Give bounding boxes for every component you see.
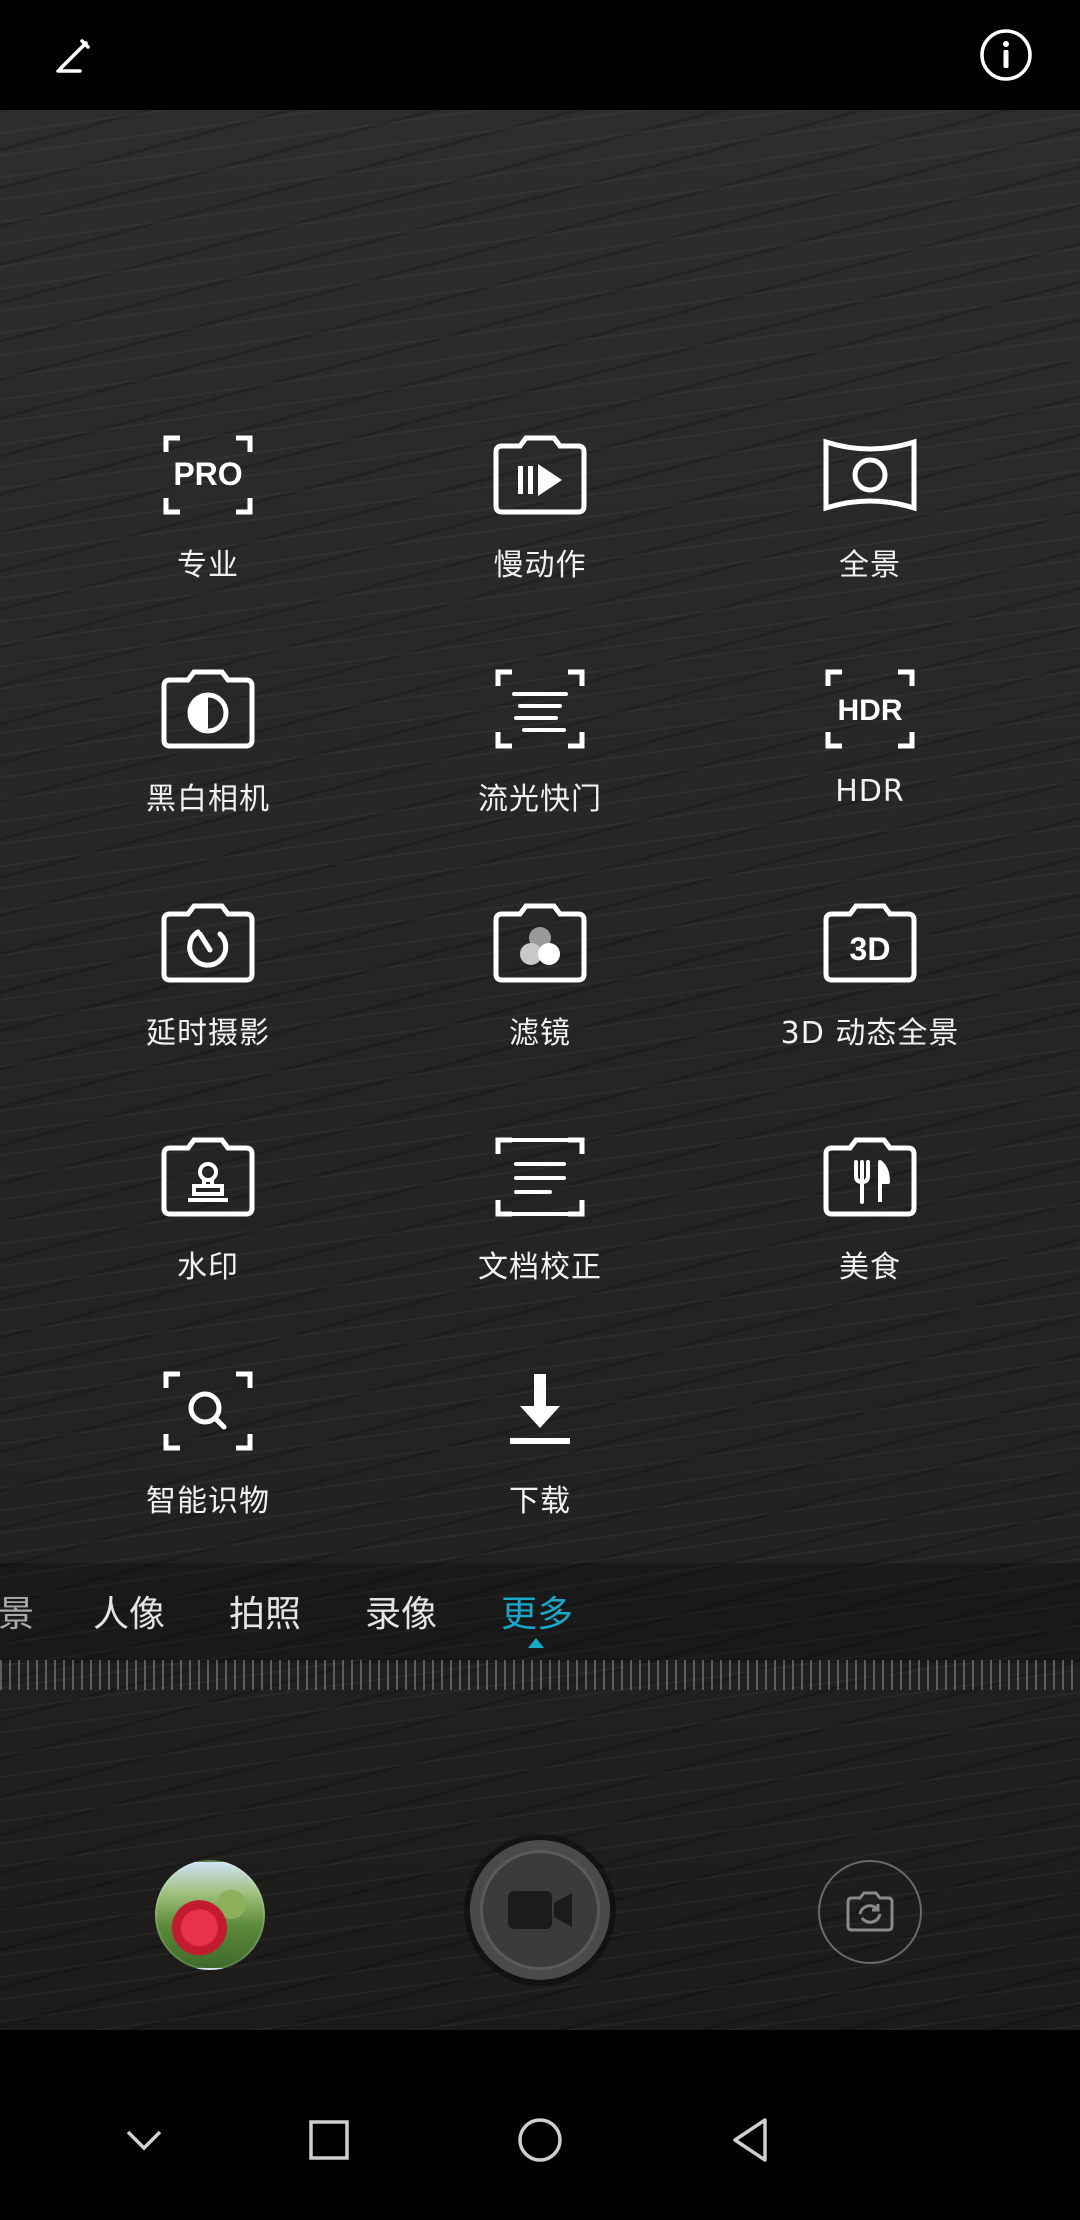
active-tab-indicator: [528, 1638, 544, 1648]
pro-mode-icon: PRO: [158, 430, 258, 520]
edit-icon[interactable]: [44, 25, 104, 85]
mode-label: 下载: [509, 1484, 571, 1519]
3d-panorama-icon: 3D: [820, 898, 920, 988]
switch-camera-icon: [846, 1891, 894, 1932]
mode-selector-bar: 景 人像 拍照 录像 更多: [0, 1563, 1080, 1663]
top-bar: [0, 0, 1080, 110]
mode-watermark[interactable]: 水印: [43, 1112, 373, 1312]
slow-motion-icon: [490, 430, 590, 520]
mode-label: 滤镜: [509, 1016, 571, 1051]
time-lapse-icon: [158, 898, 258, 988]
mode-label: 水印: [177, 1250, 239, 1285]
mode-slow-motion[interactable]: 慢动作: [375, 410, 705, 610]
mode-monochrome[interactable]: 黑白相机: [43, 644, 373, 844]
mode-panorama[interactable]: 全景: [705, 410, 1035, 610]
tab-partial[interactable]: 景: [0, 1585, 34, 1637]
svg-text:HDR: HDR: [838, 694, 903, 727]
mode-light-painting[interactable]: 流光快门: [375, 644, 705, 844]
food-icon: [820, 1132, 920, 1222]
mode-label: 慢动作: [493, 548, 587, 583]
mode-food[interactable]: 美食: [705, 1112, 1035, 1312]
system-navigation-bar: [0, 2030, 1080, 2220]
mode-filter[interactable]: 滤镜: [375, 878, 705, 1078]
mode-label: 智能识物: [146, 1484, 270, 1519]
download-icon: [490, 1366, 590, 1456]
filter-icon: [490, 898, 590, 988]
tab-portrait[interactable]: 人像: [93, 1585, 165, 1637]
mode-3d-panorama[interactable]: 3D 3D 动态全景: [705, 878, 1035, 1078]
mode-label: 流光快门: [478, 782, 602, 817]
home-icon[interactable]: [510, 2110, 570, 2170]
record-button[interactable]: [480, 1850, 600, 1970]
watermark-icon: [158, 1132, 258, 1222]
back-icon[interactable]: [721, 2110, 781, 2170]
mode-label: 全景: [839, 548, 901, 583]
light-painting-icon: [490, 664, 590, 754]
mode-label: HDR: [835, 774, 905, 809]
tab-more[interactable]: 更多: [501, 1585, 573, 1637]
video-camera-icon: [508, 1891, 572, 1929]
gallery-thumbnail[interactable]: [155, 1860, 265, 1970]
mode-label: 美食: [839, 1250, 901, 1285]
mode-pro[interactable]: PRO 专业: [43, 410, 373, 610]
recents-icon[interactable]: [299, 2110, 359, 2170]
zoom-tick-scale[interactable]: [0, 1660, 1080, 1690]
camera-preview: PRO 专业 慢动作 全景 黑白相机 流光快门 HDR HDR 延时摄影 滤镜 …: [0, 110, 1080, 2030]
svg-text:3D: 3D: [850, 931, 891, 967]
svg-text:PRO: PRO: [173, 456, 242, 492]
mode-document[interactable]: 文档校正: [375, 1112, 705, 1312]
info-icon[interactable]: [976, 25, 1036, 85]
tab-photo[interactable]: 拍照: [229, 1585, 301, 1637]
mode-label: 延时摄影: [146, 1016, 270, 1051]
mode-label: 专业: [177, 548, 239, 583]
hdr-icon: HDR: [820, 664, 920, 754]
tab-video[interactable]: 录像: [365, 1585, 437, 1637]
switch-camera-button[interactable]: [818, 1860, 922, 1964]
mode-label: 文档校正: [478, 1250, 602, 1285]
object-recognition-icon: [158, 1366, 258, 1456]
document-scan-icon: [490, 1132, 590, 1222]
mode-download[interactable]: 下载: [375, 1346, 705, 1546]
shutter-button[interactable]: [470, 1840, 610, 1980]
monochrome-camera-icon: [158, 664, 258, 754]
panorama-icon: [820, 430, 920, 520]
mode-hdr[interactable]: HDR HDR: [705, 644, 1035, 844]
mode-object-recognition[interactable]: 智能识物: [43, 1346, 373, 1546]
mode-time-lapse[interactable]: 延时摄影: [43, 878, 373, 1078]
mode-label: 黑白相机: [146, 782, 270, 817]
chevron-down-icon[interactable]: [114, 2110, 174, 2170]
mode-label: 3D 动态全景: [780, 1016, 960, 1051]
